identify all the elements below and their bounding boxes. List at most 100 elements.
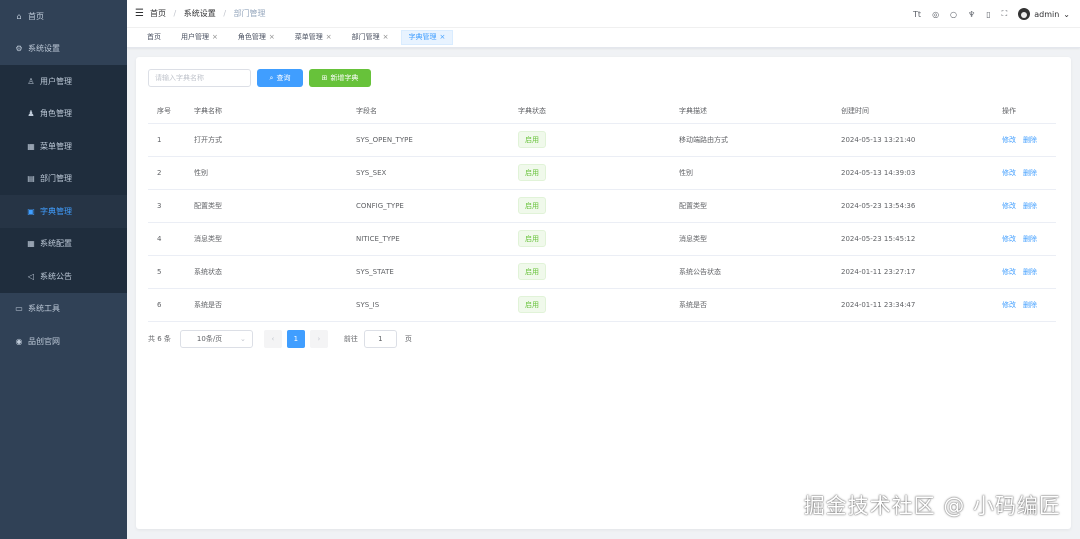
prev-page-button[interactable]: ‹ — [263, 330, 282, 348]
sidebar-item-7[interactable]: ▦ 系统配置 — [0, 227, 127, 260]
close-icon[interactable]: × — [212, 30, 218, 45]
config-icon: ▦ — [27, 239, 35, 249]
edit-button[interactable]: 修改 — [1002, 301, 1016, 309]
tab-3[interactable]: 菜单管理 × — [287, 30, 340, 45]
avatar[interactable] — [1018, 8, 1031, 20]
goto-label: 前往 — [343, 335, 358, 343]
status-badge: 启用 — [518, 230, 546, 247]
shirt-icon[interactable]: ♆ — [968, 10, 975, 19]
status-cell: 启用 — [518, 189, 679, 223]
hamburger-icon[interactable]: ☰ — [135, 8, 144, 19]
edit-button[interactable]: 修改 — [1002, 169, 1016, 177]
column-header: 操作 — [1002, 100, 1056, 124]
sidebar-item-3[interactable]: ♟ 角色管理 — [0, 97, 127, 130]
sidebar-item-1[interactable]: ⚙ 系统设置 — [0, 33, 127, 66]
breadcrumb-item-settings[interactable]: 系统设置 — [184, 9, 216, 18]
close-icon[interactable]: × — [440, 30, 446, 45]
edit-button[interactable]: 修改 — [1002, 268, 1016, 276]
created-time-cell: 2024-01-11 23:34:47 — [841, 288, 1002, 322]
delete-button[interactable]: 删除 — [1023, 169, 1037, 177]
dictionary-name-cell: 系统是否 — [194, 288, 356, 322]
delete-button[interactable]: 删除 — [1023, 268, 1037, 276]
created-time-cell: 2024-05-23 13:54:36 — [841, 189, 1002, 223]
edit-button[interactable]: 修改 — [1002, 136, 1016, 144]
goto-page-input[interactable]: 1 — [363, 330, 397, 348]
website-icon: ◉ — [15, 336, 23, 346]
add-dictionary-button[interactable]: ⊞ 新增字典 — [309, 69, 371, 87]
status-cell: 启用 — [518, 156, 679, 190]
close-icon[interactable]: × — [326, 30, 332, 45]
edit-button[interactable]: 修改 — [1002, 202, 1016, 210]
tab-label: 菜单管理 — [294, 33, 323, 41]
sidebar-item-0[interactable]: ⌂ 首页 — [0, 0, 127, 33]
column-header: 字典描述 — [679, 100, 841, 124]
page-unit-label: 页 — [404, 335, 412, 343]
created-time-cell: 2024-05-13 13:21:40 — [841, 123, 1002, 157]
query-button[interactable]: ⌕ 查询 — [257, 69, 303, 87]
font-size-icon[interactable]: Tt — [913, 10, 921, 19]
delete-button[interactable]: 删除 — [1023, 301, 1037, 309]
pagination: 共 6 条 10条/页 ⌄ ‹ 1 › 前往 1 页 — [148, 330, 412, 348]
dictionary-table: 序号 字典名称 字段名 字典状态 字典描述 创建时间 操作 1 打开方式 SYS_O… — [148, 100, 1056, 322]
table-row: 4 消息类型 NITICE_TYPE 启用 消息类型 2024-05-23 15:45:1… — [148, 222, 1056, 256]
query-button-label: 查询 — [276, 74, 291, 82]
dictionary-description-cell: 性别 — [679, 156, 841, 190]
edit-button[interactable]: 修改 — [1002, 235, 1016, 243]
field-name-cell: CONFIG_TYPE — [356, 189, 518, 223]
sidebar-item-4[interactable]: ▦ 菜单管理 — [0, 130, 127, 163]
delete-button[interactable]: 删除 — [1023, 136, 1037, 144]
page-size-select[interactable]: 10条/页 ⌄ — [179, 330, 253, 348]
breadcrumb: 首页 / 系统设置 / 部门管理 — [150, 8, 266, 19]
tab-1[interactable]: 用户管理 × — [173, 30, 226, 45]
theme-icon[interactable]: ○ — [950, 10, 957, 19]
tools-icon: ▭ — [15, 304, 23, 314]
created-time-cell: 2024-01-11 23:27:17 — [841, 255, 1002, 289]
column-header: 序号 — [148, 100, 194, 124]
actions-cell: 修改 删除 — [1002, 156, 1056, 190]
row-index-cell: 4 — [148, 222, 194, 256]
tab-0[interactable]: 首页 — [139, 30, 169, 45]
status-badge: 启用 — [518, 164, 546, 181]
page-number-button[interactable]: 1 — [286, 330, 305, 348]
tab-label: 用户管理 — [181, 33, 209, 41]
dictionary-description-cell: 消息类型 — [679, 222, 841, 256]
fullscreen-icon[interactable]: ⛶ — [1002, 9, 1008, 19]
sidebar-item-label: 角色管理 — [40, 109, 72, 119]
table-header-row: 序号 字典名称 字段名 字典状态 字典描述 创建时间 操作 — [148, 100, 1056, 124]
dictionary-name-cell: 打开方式 — [194, 123, 356, 157]
tab-2[interactable]: 角色管理 × — [230, 30, 283, 45]
sidebar-item-label: 字典管理 — [40, 206, 72, 216]
close-icon[interactable]: × — [383, 30, 389, 45]
breadcrumb-item-home[interactable]: 首页 — [150, 9, 166, 18]
status-badge: 启用 — [518, 263, 546, 280]
column-header: 创建时间 — [841, 100, 1002, 124]
sidebar-item-5[interactable]: ▤ 部门管理 — [0, 162, 127, 195]
notification-icon[interactable]: ▯ — [986, 10, 990, 19]
tab-4[interactable]: 部门管理 × — [344, 30, 397, 45]
user-menu[interactable]: admin ⌄ — [1018, 8, 1070, 20]
dictionary-icon: ▣ — [27, 206, 35, 216]
sidebar-item-8[interactable]: ◁ 系统公告 — [0, 260, 127, 293]
dictionary-description-cell: 移动端路由方式 — [679, 123, 841, 157]
status-badge: 启用 — [518, 131, 546, 148]
sidebar-item-2[interactable]: ♙ 用户管理 — [0, 65, 127, 98]
delete-button[interactable]: 删除 — [1023, 202, 1037, 210]
next-page-button[interactable]: › — [309, 330, 328, 348]
navbar-actions: Tt ◎ ○ ♆ ▯ ⛶ admin ⌄ — [913, 0, 1070, 28]
close-icon[interactable]: × — [269, 30, 275, 45]
row-index-cell: 6 — [148, 288, 194, 322]
status-cell: 启用 — [518, 222, 679, 256]
settings-icon: ⚙ — [15, 44, 23, 54]
top-navbar: ☰ 首页 / 系统设置 / 部门管理 Tt ◎ ○ ♆ ▯ ⛶ admin ⌄ — [127, 0, 1080, 28]
pagination-total: 共 6 条 — [148, 335, 171, 343]
sidebar-item-10[interactable]: ◉ 品创官网 — [0, 325, 127, 358]
tab-5[interactable]: 字典管理 × — [400, 30, 454, 45]
dictionary-name-input[interactable] — [148, 69, 251, 87]
sidebar-item-6[interactable]: ▣ 字典管理 — [0, 195, 127, 228]
delete-button[interactable]: 删除 — [1023, 235, 1037, 243]
github-icon[interactable]: ◎ — [932, 10, 939, 19]
sidebar-item-9[interactable]: ▭ 系统工具 — [0, 293, 127, 326]
actions-cell: 修改 删除 — [1002, 255, 1056, 289]
dictionary-panel: ⌕ 查询 ⊞ 新增字典 序号 字典名称 字段名 字典状态 字典描述 创建时间 操… — [136, 57, 1071, 529]
created-time-cell: 2024-05-13 14:39:03 — [841, 156, 1002, 190]
